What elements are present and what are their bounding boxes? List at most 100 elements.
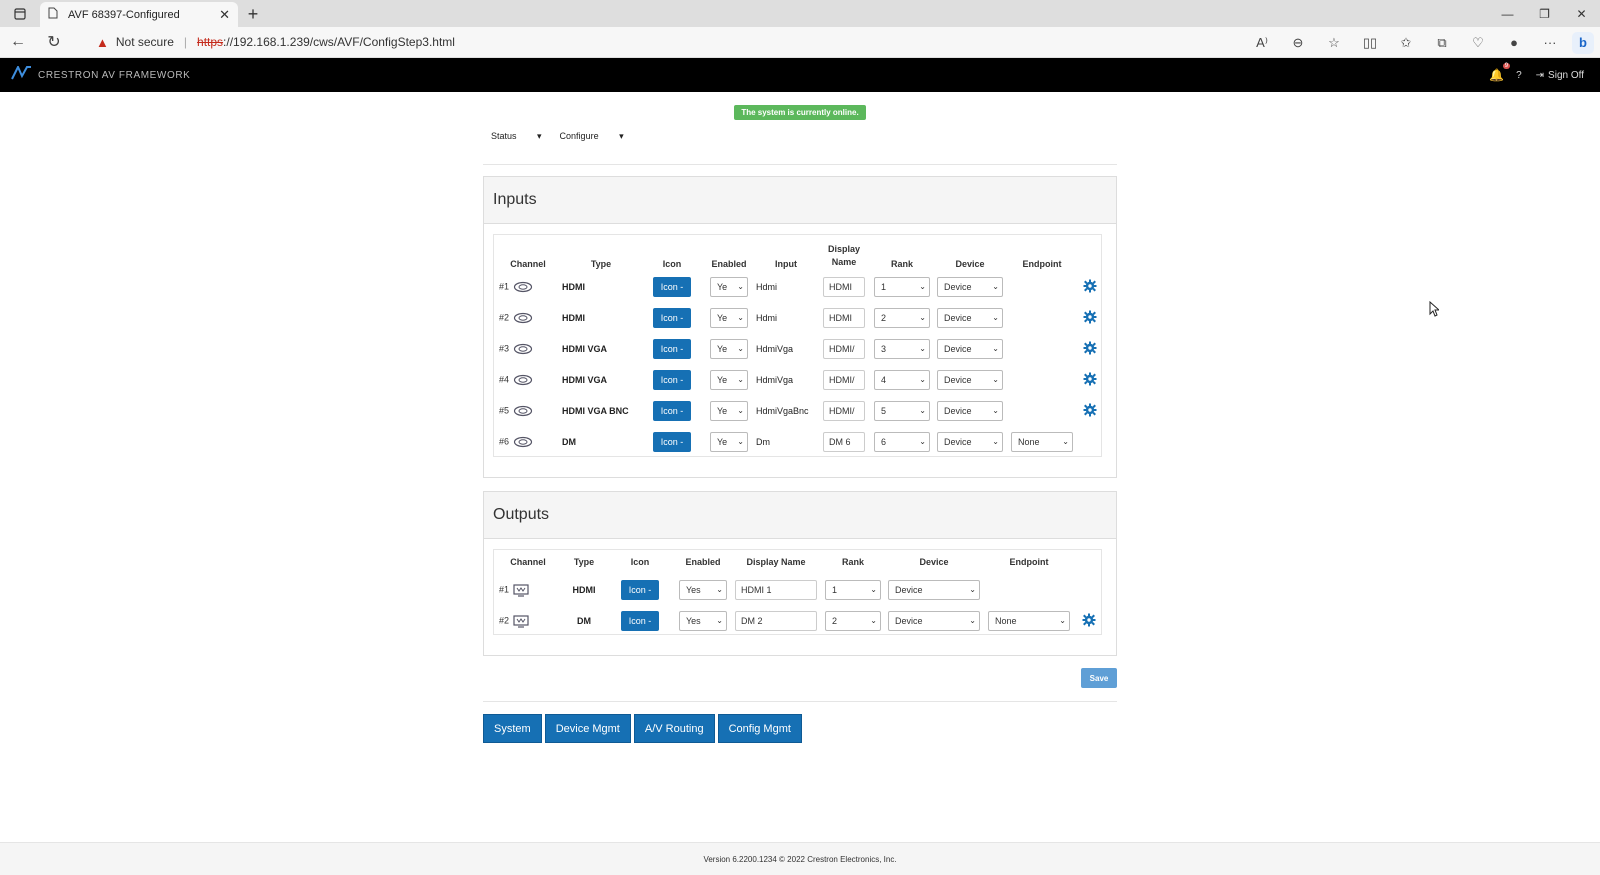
display-name-field[interactable]: DM 2 — [735, 610, 817, 631]
table-row: #5 HDMI VGA BNC Icon - Ye ⌄ HdmiVgaBnc HD… — [494, 395, 1102, 426]
favorite-star-icon[interactable]: ☆ — [1316, 27, 1352, 58]
rank-select[interactable]: 4 ⌄ — [874, 369, 930, 390]
tab-actions-icon[interactable] — [0, 0, 40, 27]
device-select[interactable]: Device ⌄ — [937, 338, 1003, 359]
display-name-field[interactable]: HDMI 1 — [735, 579, 817, 600]
enabled-select[interactable]: Yes ⌄ — [679, 610, 727, 631]
col-channel: Channel — [510, 259, 546, 269]
col-endpoint: Endpoint — [1009, 557, 1049, 567]
device-select[interactable]: Device ⌄ — [937, 276, 1003, 297]
sign-off-icon[interactable]: ⇥ — [1536, 70, 1544, 81]
input-source-icon — [513, 312, 533, 324]
enabled-select[interactable]: Ye ⌄ — [710, 276, 748, 297]
icon-dropdown-button[interactable]: Icon - — [652, 369, 692, 390]
channel-cell: #2 — [494, 605, 562, 636]
system-button[interactable]: System — [483, 714, 542, 743]
endpoint-select[interactable]: None ⌄ — [1011, 431, 1073, 452]
display-name-field[interactable]: DM 6 — [823, 431, 865, 452]
more-options-icon[interactable]: ··· — [1532, 27, 1568, 58]
enabled-select[interactable]: Ye ⌄ — [710, 431, 748, 452]
type-cell: DM — [562, 436, 576, 447]
notifications-bell-icon[interactable]: 🔔 9 — [1489, 63, 1511, 82]
crestron-logo[interactable]: CRESTRON AV FRAMEWORK — [10, 64, 191, 84]
display-name-field[interactable]: HDMI/ — [823, 338, 865, 359]
settings-gear-icon[interactable] — [1083, 341, 1097, 358]
av-routing-button[interactable]: A/V Routing — [633, 714, 715, 743]
enabled-select[interactable]: Ye ⌄ — [710, 400, 748, 421]
profile-icon[interactable]: ● — [1496, 27, 1532, 58]
display-name-field[interactable]: HDMI — [823, 276, 865, 297]
icon-dropdown-button[interactable]: Icon - — [620, 610, 660, 631]
icon-dropdown-button[interactable]: Icon - — [652, 431, 692, 452]
url-field[interactable]: ▲ Not secure | https://192.168.1.239/cws… — [96, 27, 455, 58]
icon-dropdown-button[interactable]: Icon - — [652, 307, 692, 328]
rank-select[interactable]: 3 ⌄ — [874, 338, 930, 359]
close-window-icon[interactable]: ✕ — [1563, 0, 1600, 27]
enabled-select[interactable]: Ye ⌄ — [710, 338, 748, 359]
settings-gear-icon[interactable] — [1083, 372, 1097, 389]
bing-chat-icon[interactable]: b — [1572, 31, 1594, 54]
rank-select[interactable]: 1 ⌄ — [874, 276, 930, 297]
settings-gear-icon[interactable] — [1082, 613, 1096, 630]
input-cell: HdmiVgaBnc — [756, 405, 809, 416]
col-rank: Rank — [890, 259, 913, 269]
zoom-out-icon[interactable]: ⊖ — [1280, 27, 1316, 58]
status-menu[interactable]: Status ▾ — [491, 131, 542, 142]
warning-icon[interactable]: ▲ — [96, 35, 109, 50]
input-source-icon — [513, 436, 533, 448]
input-cell: HdmiVga — [756, 374, 794, 385]
save-button[interactable]: Save — [1081, 668, 1117, 688]
browser-essentials-icon[interactable]: ♡ — [1460, 27, 1496, 58]
settings-gear-icon[interactable] — [1083, 310, 1097, 327]
device-select[interactable]: Device ⌄ — [937, 369, 1003, 390]
rank-select[interactable]: 2 ⌄ — [874, 307, 930, 328]
restore-icon[interactable]: ❐ — [1526, 0, 1563, 27]
mouse-cursor-icon — [1429, 300, 1441, 320]
icon-dropdown-button[interactable]: Icon - — [652, 338, 692, 359]
brand-name: CRESTRON AV FRAMEWORK — [38, 69, 191, 81]
collections-icon[interactable]: ⧉ — [1424, 27, 1460, 58]
col-channel: Channel — [510, 557, 546, 567]
config-mgmt-button[interactable]: Config Mgmt — [717, 714, 802, 743]
minimize-icon[interactable]: — — [1489, 0, 1526, 27]
settings-gear-icon[interactable] — [1083, 279, 1097, 296]
icon-dropdown-button[interactable]: Icon - — [620, 579, 660, 600]
device-mgmt-button[interactable]: Device Mgmt — [544, 714, 631, 743]
rank-select[interactable]: 1 ⌄ — [825, 579, 881, 600]
device-select[interactable]: Device ⌄ — [937, 431, 1003, 452]
rank-select[interactable]: 6 ⌄ — [874, 431, 930, 452]
col-display-name: Display Name — [827, 244, 860, 267]
split-screen-icon[interactable]: ▯▯ — [1352, 27, 1388, 58]
enabled-select[interactable]: Yes ⌄ — [679, 579, 727, 600]
device-select[interactable]: Device ⌄ — [888, 610, 980, 631]
icon-dropdown-button[interactable]: Icon - — [652, 400, 692, 421]
rank-select[interactable]: 2 ⌄ — [825, 610, 881, 631]
display-name-field[interactable]: HDMI/ — [823, 400, 865, 421]
configure-menu[interactable]: Configure ▾ — [560, 131, 624, 142]
help-icon[interactable]: ? — [1516, 70, 1522, 81]
tab-close-icon[interactable]: ✕ — [219, 7, 230, 23]
refresh-icon[interactable]: ↻ — [36, 27, 72, 58]
app-header: CRESTRON AV FRAMEWORK 🔔 9 ? ⇥ Sign Off — [0, 58, 1600, 92]
enabled-select[interactable]: Ye ⌄ — [710, 307, 748, 328]
endpoint-select[interactable]: None ⌄ — [988, 610, 1070, 631]
browser-tab[interactable]: AVF 68397-Configured ✕ — [40, 2, 238, 27]
icon-dropdown-button[interactable]: Icon - — [652, 276, 692, 297]
input-source-icon — [513, 374, 533, 386]
display-name-field[interactable]: HDMI — [823, 307, 865, 328]
outputs-title: Outputs — [484, 492, 1116, 539]
type-cell: HDMI — [562, 312, 585, 323]
settings-gear-icon[interactable] — [1083, 403, 1097, 420]
device-select[interactable]: Device ⌄ — [937, 400, 1003, 421]
new-tab-button[interactable]: + — [238, 2, 268, 27]
device-select[interactable]: Device ⌄ — [888, 579, 980, 600]
read-aloud-icon[interactable]: A⁾ — [1244, 27, 1280, 58]
sign-off-link[interactable]: Sign Off — [1548, 70, 1584, 81]
rank-select[interactable]: 5 ⌄ — [874, 400, 930, 421]
device-select[interactable]: Device ⌄ — [937, 307, 1003, 328]
favorites-icon[interactable]: ✩ — [1388, 27, 1424, 58]
back-icon[interactable]: ← — [0, 27, 36, 58]
display-name-field[interactable]: HDMI/ — [823, 369, 865, 390]
not-secure-label[interactable]: Not secure — [116, 35, 174, 49]
enabled-select[interactable]: Ye ⌄ — [710, 369, 748, 390]
